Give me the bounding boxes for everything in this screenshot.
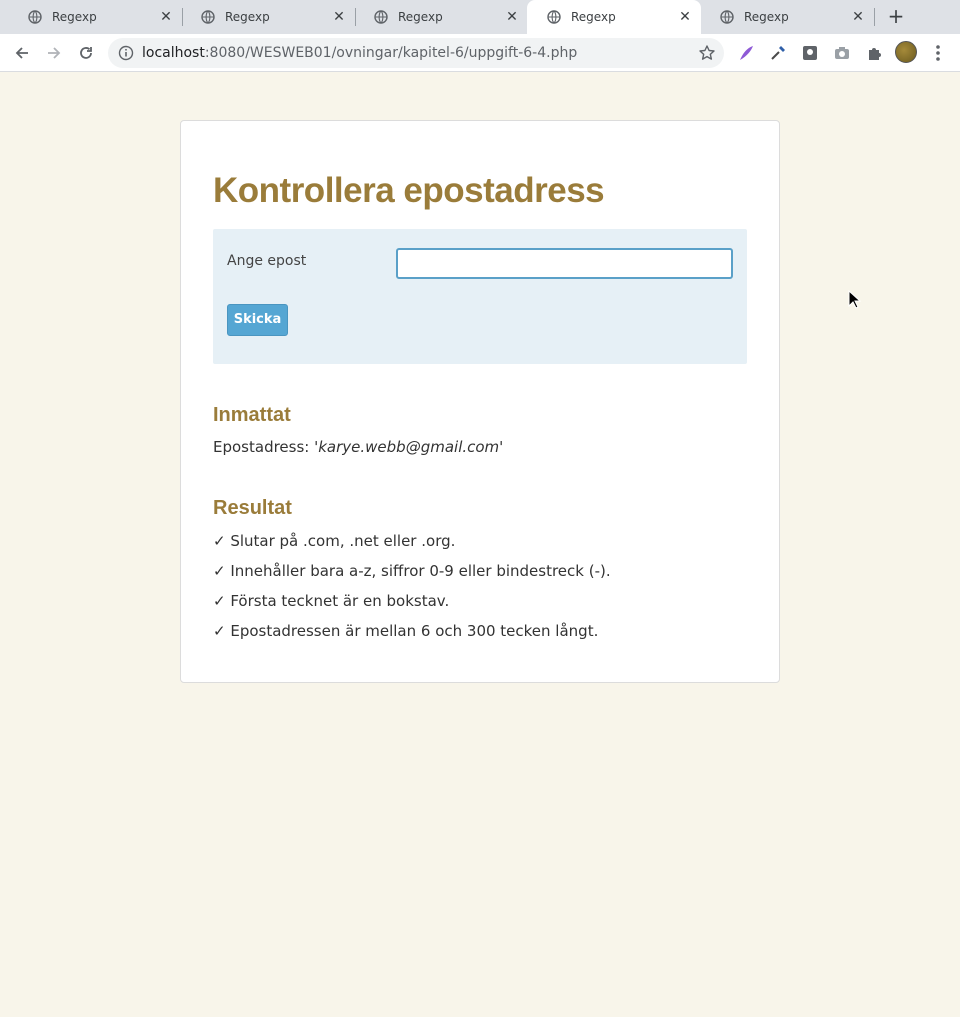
tab-title: Regexp	[52, 10, 97, 24]
address-bar[interactable]: localhost:8080/WESWEB01/ovningar/kapitel…	[108, 38, 724, 68]
email-form: Ange epost Skicka	[213, 229, 747, 364]
input-heading: Inmattat	[213, 404, 291, 426]
close-tab-icon[interactable]: ✕	[158, 9, 174, 25]
puzzle-extensions-icon[interactable]	[864, 43, 884, 63]
tab-title: Regexp	[744, 10, 789, 24]
close-tab-icon[interactable]: ✕	[504, 9, 520, 25]
result-item: ✓ Slutar på .com, .net eller .org.	[213, 532, 456, 550]
globe-icon	[720, 10, 734, 24]
page-title: Kontrollera epostadress	[213, 171, 605, 210]
back-arrow-icon[interactable]	[9, 40, 35, 66]
tab-title: Regexp	[225, 10, 270, 24]
globe-icon	[201, 10, 215, 24]
globe-icon	[28, 10, 42, 24]
browser-tab[interactable]: Regexp ✕	[354, 0, 528, 34]
entered-email-line: Epostadress: 'karye.webb@gmail.com'	[213, 438, 503, 456]
tab-title: Regexp	[571, 10, 616, 24]
new-tab-icon[interactable]: +	[884, 5, 908, 29]
url-path: :8080/WESWEB01/ovningar/kapitel-6/uppgif…	[204, 45, 578, 61]
reload-icon[interactable]	[73, 40, 99, 66]
content-card: Kontrollera epostadress Ange epost Skick…	[180, 120, 780, 683]
result-item: ✓ Första tecknet är en bokstav.	[213, 592, 450, 610]
browser-tab[interactable]: Regexp ✕	[181, 0, 355, 34]
submit-button[interactable]: Skicka	[227, 304, 288, 336]
globe-icon	[547, 10, 561, 24]
entered-email-value: 'karye.webb@gmail.com'	[314, 438, 504, 456]
feather-extension-icon[interactable]	[736, 43, 756, 63]
browser-tab-active[interactable]: Regexp ✕	[527, 0, 701, 34]
info-icon[interactable]	[118, 45, 134, 61]
tab-divider	[874, 8, 875, 26]
close-tab-icon[interactable]: ✕	[677, 9, 693, 25]
browser-tab[interactable]: Regexp ✕	[700, 0, 874, 34]
result-item: ✓ Epostadressen är mellan 6 och 300 teck…	[213, 622, 599, 640]
close-tab-icon[interactable]: ✕	[331, 9, 347, 25]
email-label: Ange epost	[227, 253, 307, 269]
forward-arrow-icon[interactable]	[41, 40, 67, 66]
eyedropper-icon[interactable]	[768, 43, 788, 63]
screen-extension-icon[interactable]	[800, 43, 820, 63]
url-text: localhost:8080/WESWEB01/ovningar/kapitel…	[142, 45, 577, 61]
bookmark-star-icon[interactable]	[698, 44, 716, 62]
profile-avatar[interactable]	[895, 41, 917, 63]
browser-toolbar: localhost:8080/WESWEB01/ovningar/kapitel…	[0, 34, 960, 72]
mouse-cursor-icon	[848, 289, 862, 310]
result-item: ✓ Innehåller bara a-z, siffror 0-9 eller…	[213, 562, 611, 580]
close-tab-icon[interactable]: ✕	[850, 9, 866, 25]
globe-icon	[374, 10, 388, 24]
url-host: localhost	[142, 45, 205, 61]
tab-strip: Regexp ✕ Regexp ✕ Regexp ✕ Regexp ✕ Rege…	[0, 0, 960, 34]
camera-icon[interactable]	[832, 43, 852, 63]
entered-email-label: Epostadress:	[213, 438, 310, 456]
result-heading: Resultat	[213, 497, 292, 519]
menu-dots-icon[interactable]	[928, 43, 948, 63]
email-input[interactable]	[396, 248, 733, 279]
browser-tab[interactable]: Regexp ✕	[8, 0, 182, 34]
tab-title: Regexp	[398, 10, 443, 24]
